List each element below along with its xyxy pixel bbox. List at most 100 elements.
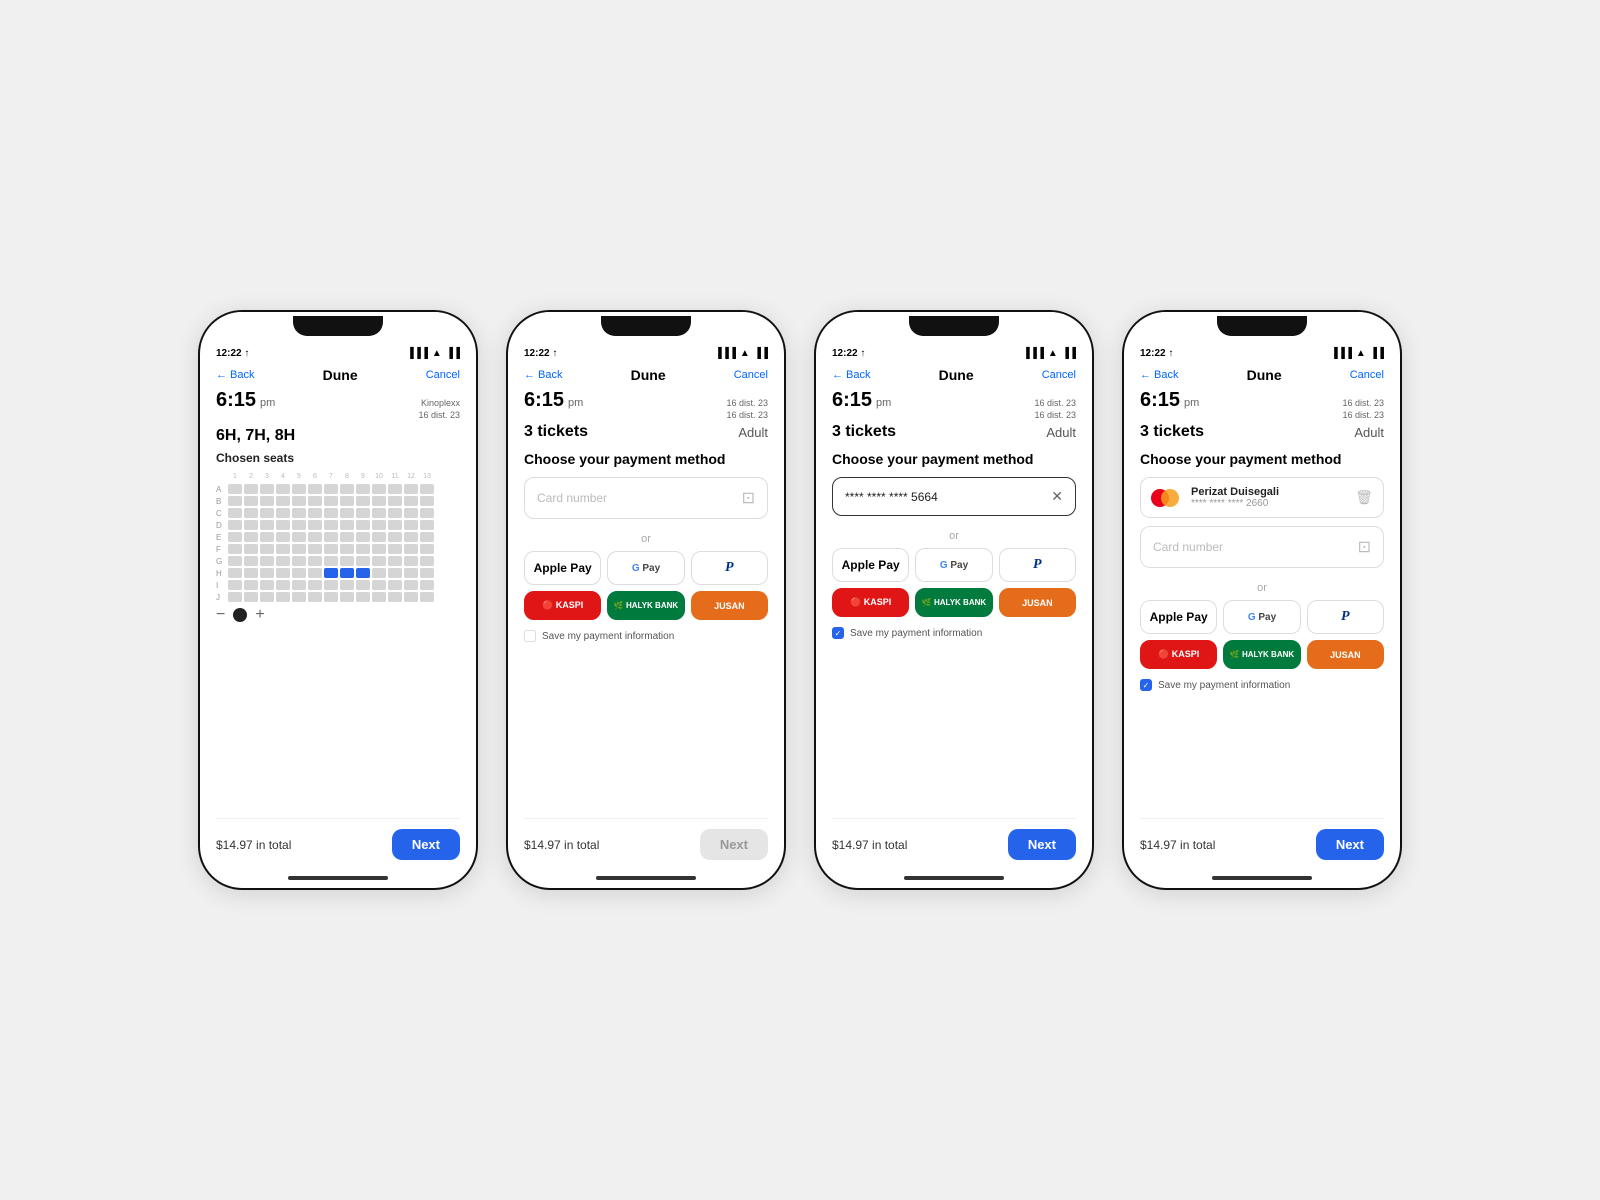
seat[interactable] xyxy=(420,484,434,494)
seat[interactable] xyxy=(228,580,242,590)
google-pay-button-3[interactable]: G Pay xyxy=(915,548,992,582)
seat[interactable] xyxy=(228,496,242,506)
seat[interactable] xyxy=(388,508,402,518)
clear-card-button-3[interactable]: ✕ xyxy=(1051,488,1063,505)
paypal-button-3[interactable]: P xyxy=(999,548,1076,582)
seat[interactable] xyxy=(372,544,386,554)
seat[interactable] xyxy=(404,568,418,578)
kaspi-button-3[interactable]: 🔴 KASPI xyxy=(832,588,909,617)
seat[interactable] xyxy=(276,556,290,566)
seat[interactable] xyxy=(276,580,290,590)
seat[interactable] xyxy=(292,520,306,530)
seat[interactable] xyxy=(340,508,354,518)
seat[interactable] xyxy=(228,520,242,530)
zoom-in-button[interactable]: + xyxy=(255,606,264,624)
seat[interactable] xyxy=(244,520,258,530)
seat[interactable] xyxy=(372,496,386,506)
seat[interactable] xyxy=(372,580,386,590)
seat[interactable] xyxy=(372,484,386,494)
halyk-button-2[interactable]: 🌿 HALYK BANK xyxy=(607,591,684,620)
seat[interactable] xyxy=(228,484,242,494)
seat[interactable] xyxy=(260,544,274,554)
seat[interactable] xyxy=(388,556,402,566)
seat[interactable] xyxy=(260,508,274,518)
seat[interactable] xyxy=(276,508,290,518)
seat-selected[interactable] xyxy=(324,568,338,578)
kaspi-button-4[interactable]: 🔴 KASPI xyxy=(1140,640,1217,669)
zoom-out-button[interactable]: − xyxy=(216,606,225,624)
seat[interactable] xyxy=(340,544,354,554)
seat[interactable] xyxy=(356,484,370,494)
seat[interactable] xyxy=(404,496,418,506)
seat[interactable] xyxy=(244,568,258,578)
jusan-button-2[interactable]: JUSAN xyxy=(691,591,768,620)
halyk-button-3[interactable]: 🌿 HALYK BANK xyxy=(915,588,992,617)
seat[interactable] xyxy=(244,484,258,494)
cancel-button-1[interactable]: Cancel xyxy=(426,369,460,381)
seat[interactable] xyxy=(244,592,258,602)
seat[interactable] xyxy=(372,592,386,602)
seat[interactable] xyxy=(260,592,274,602)
seat[interactable] xyxy=(356,508,370,518)
seat[interactable] xyxy=(372,568,386,578)
seat[interactable] xyxy=(324,592,338,602)
paypal-button-2[interactable]: P xyxy=(691,551,768,585)
seat[interactable] xyxy=(276,484,290,494)
seat[interactable] xyxy=(228,592,242,602)
seat[interactable] xyxy=(308,484,322,494)
seat[interactable] xyxy=(324,484,338,494)
seat[interactable] xyxy=(356,496,370,506)
kaspi-button-2[interactable]: 🔴 KASPI xyxy=(524,591,601,620)
card-input-3[interactable]: **** **** **** 5664 ✕ xyxy=(832,477,1076,516)
apple-pay-button-4[interactable]: Apple Pay xyxy=(1140,600,1217,634)
seat[interactable] xyxy=(228,508,242,518)
back-button-4[interactable]: ← Back xyxy=(1140,369,1179,381)
next-button-1[interactable]: Next xyxy=(392,829,460,860)
seat[interactable] xyxy=(372,508,386,518)
jusan-button-3[interactable]: JUSAN xyxy=(999,588,1076,617)
seat[interactable] xyxy=(340,592,354,602)
back-button-1[interactable]: ← Back xyxy=(216,369,255,381)
seat[interactable] xyxy=(292,580,306,590)
seat[interactable] xyxy=(228,544,242,554)
seat[interactable] xyxy=(228,556,242,566)
save-checkbox-2[interactable] xyxy=(524,630,536,642)
seat[interactable] xyxy=(308,520,322,530)
seat[interactable] xyxy=(276,496,290,506)
jusan-button-4[interactable]: JUSAN xyxy=(1307,640,1384,669)
seat[interactable] xyxy=(308,508,322,518)
seat[interactable] xyxy=(244,508,258,518)
seat[interactable] xyxy=(308,496,322,506)
save-checkbox-4[interactable]: ✓ xyxy=(1140,679,1152,691)
seat[interactable] xyxy=(404,580,418,590)
seat[interactable] xyxy=(276,568,290,578)
card-input-2[interactable]: Card number ⊡ xyxy=(524,477,768,519)
seat[interactable] xyxy=(260,520,274,530)
seat[interactable] xyxy=(356,556,370,566)
seat[interactable] xyxy=(260,580,274,590)
seat[interactable] xyxy=(356,580,370,590)
seat[interactable] xyxy=(356,520,370,530)
apple-pay-button-2[interactable]: Apple Pay xyxy=(524,551,601,585)
halyk-button-4[interactable]: 🌿 HALYK BANK xyxy=(1223,640,1300,669)
seat[interactable] xyxy=(388,496,402,506)
seat[interactable] xyxy=(404,484,418,494)
google-pay-button-2[interactable]: G Pay xyxy=(607,551,684,585)
seat[interactable] xyxy=(372,520,386,530)
seat[interactable] xyxy=(404,520,418,530)
seat[interactable] xyxy=(260,556,274,566)
seat[interactable] xyxy=(356,544,370,554)
seat[interactable] xyxy=(324,496,338,506)
seat[interactable] xyxy=(420,592,434,602)
seat[interactable] xyxy=(308,580,322,590)
seat[interactable] xyxy=(292,544,306,554)
seat[interactable] xyxy=(372,532,386,542)
seat[interactable] xyxy=(276,532,290,542)
seat[interactable] xyxy=(292,496,306,506)
back-button-2[interactable]: ← Back xyxy=(524,369,563,381)
seat[interactable] xyxy=(260,568,274,578)
seat[interactable] xyxy=(260,532,274,542)
seat[interactable] xyxy=(324,544,338,554)
seat[interactable] xyxy=(420,520,434,530)
seat-selected[interactable] xyxy=(340,568,354,578)
